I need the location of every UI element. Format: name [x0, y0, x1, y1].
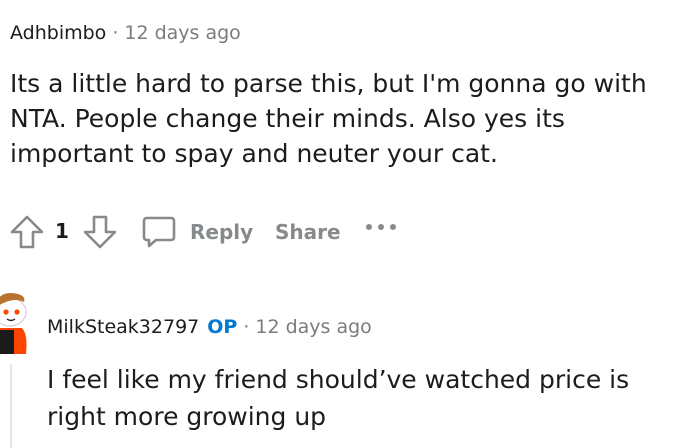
comment-meta: MilkSteak32797 OP · 12 days ago: [47, 314, 372, 340]
comment-timestamp[interactable]: 12 days ago: [255, 316, 371, 338]
reply-label: Reply: [190, 220, 254, 244]
vote-score: 1: [55, 219, 69, 243]
comment-author[interactable]: Adhbimbo: [10, 22, 106, 44]
reply-icon: [142, 216, 176, 248]
comment-action-bar: 1 Reply Share: [0, 206, 700, 258]
meta-separator: ·: [112, 22, 119, 44]
comment-timestamp[interactable]: 12 days ago: [124, 22, 240, 44]
comment-body: Its a little hard to parse this, but I'm…: [10, 69, 647, 168]
share-button[interactable]: Share: [275, 213, 341, 251]
meta-separator: ·: [243, 316, 250, 338]
comment-meta: Adhbimbo · 12 days ago: [10, 20, 241, 46]
avatar[interactable]: [0, 288, 30, 354]
upvote-icon[interactable]: [9, 214, 45, 250]
reply-button[interactable]: Reply: [140, 213, 253, 251]
comment-author[interactable]: MilkSteak32797: [47, 316, 199, 338]
more-options-icon[interactable]: [362, 220, 402, 234]
downvote-icon[interactable]: [82, 214, 118, 250]
thread-line[interactable]: [10, 364, 12, 448]
comment-body: I feel like my friend should’ve watched …: [47, 365, 630, 431]
op-badge: OP: [207, 316, 238, 338]
